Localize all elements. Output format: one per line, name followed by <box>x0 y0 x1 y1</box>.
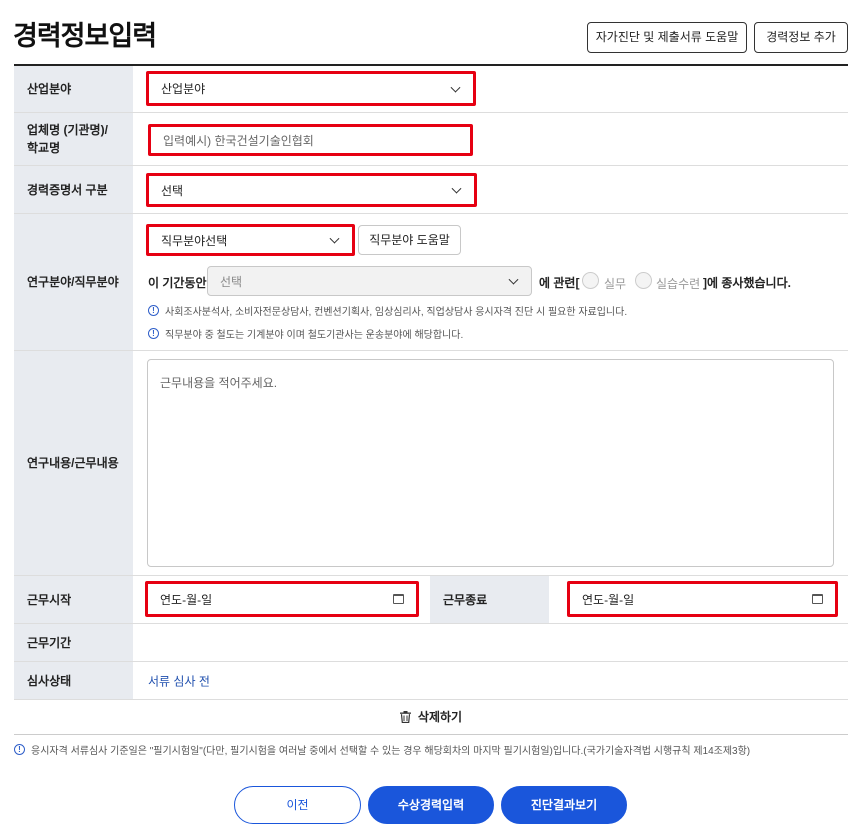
chevron-down-icon <box>508 274 519 285</box>
job-field-select[interactable]: 직무분야선택 <box>146 224 355 256</box>
chevron-down-icon <box>329 233 340 244</box>
cert-type-label: 경력증명서 구분 <box>14 166 133 213</box>
field-note-2-text: 직무분야 중 철도는 기계분야 이며 철도기관사는 운송분야에 해당합니다. <box>165 330 464 341</box>
row-field: 연구분야/직무분야 직무분야선택 직무분야 도움말 이 기간동안 선택 에 관련… <box>14 214 848 351</box>
status-value: 서류 심사 전 <box>148 674 210 688</box>
job-field-select-value: 직무분야선택 <box>161 233 228 248</box>
content-placeholder: 근무내용을 적어주세요. <box>160 376 278 390</box>
row-period: 근무기간 <box>14 624 848 662</box>
add-career-button[interactable]: 경력정보 추가 <box>754 22 848 53</box>
guide-button[interactable]: 자가진단 및 제출서류 도움말 <box>587 22 747 53</box>
page-title: 경력정보입력 <box>13 21 157 51</box>
calendar-icon <box>393 594 404 604</box>
row-status: 심사상태 서류 심사 전 <box>14 662 848 700</box>
content-label: 연구내용/근무내용 <box>14 351 133 575</box>
period-prefix-text: 이 기간동안 <box>148 276 207 290</box>
info-icon: ! <box>14 744 25 755</box>
end-label: 근무종료 <box>430 576 549 623</box>
company-label-line1: 업체명 (기관명)/ <box>27 123 108 137</box>
radio-practice[interactable] <box>582 272 599 289</box>
company-label: 업체명 (기관명)/ 학교명 <box>14 113 133 165</box>
field-label: 연구분야/직무분야 <box>14 214 133 350</box>
start-label: 근무시작 <box>14 576 133 623</box>
career-form: 산업분야 산업분야 업체명 (기관명)/학교명 입력예시) 한국건설기술인협회 … <box>14 64 848 700</box>
cert-type-select[interactable]: 선택 <box>146 173 477 207</box>
related-text: 에 관련[ <box>539 276 580 290</box>
chevron-down-icon <box>451 183 462 194</box>
period-label: 근무기간 <box>14 624 133 661</box>
cert-type-select-value: 선택 <box>161 183 184 198</box>
row-industry: 산업분야 산업분야 <box>14 66 848 113</box>
field-note-2: ! 직무분야 중 철도는 기계분야 이며 철도기관사는 운송분야에 해당합니다. <box>148 326 463 341</box>
calendar-icon <box>812 594 823 604</box>
industry-select[interactable]: 산업분야 <box>146 71 476 106</box>
radio-training-label: 실습수련 <box>656 277 701 291</box>
industry-label: 산업분야 <box>14 66 133 112</box>
start-date-input[interactable]: 연도-월-일 <box>145 581 419 617</box>
field-note-1-text: 사회조사분석사, 소비자전문상담사, 컨벤션기획사, 임상심리사, 직업상담사 … <box>165 307 628 318</box>
row-dates: 근무시작 연도-월-일 근무종료 연도-월-일 <box>14 576 848 624</box>
field-note-1: ! 사회조사분석사, 소비자전문상담사, 컨벤션기획사, 임상심리사, 직업상담… <box>148 303 627 318</box>
result-button[interactable]: 진단결과보기 <box>501 786 627 824</box>
info-icon: ! <box>148 305 159 316</box>
engaged-text: ]에 종사했습니다. <box>703 276 791 290</box>
delete-button[interactable]: 삭제하기 <box>14 699 848 735</box>
row-company: 업체명 (기관명)/ 학교명 입력예시) 한국건설기술인협회 <box>14 113 848 166</box>
company-input-placeholder: 입력예시) 한국건설기술인협회 <box>163 133 314 148</box>
bottom-note-text: 응시자격 서류심사 기준일은 "필기시험일"(다만, 필기시험을 여러날 중에서… <box>31 746 751 757</box>
company-label-line2: 학교명 <box>27 141 61 155</box>
industry-select-value: 산업분야 <box>161 82 206 96</box>
company-input[interactable]: 입력예시) 한국건설기술인협회 <box>148 124 473 156</box>
radio-practice-label: 실무 <box>604 277 627 291</box>
end-date-value: 연도-월-일 <box>582 592 635 607</box>
status-label: 심사상태 <box>14 662 133 699</box>
chevron-down-icon <box>450 82 461 93</box>
bottom-note: ! 응시자격 서류심사 기준일은 "필기시험일"(다만, 필기시험을 여러날 중… <box>14 742 750 757</box>
award-button[interactable]: 수상경력입력 <box>368 786 494 824</box>
period-select[interactable]: 선택 <box>207 266 532 296</box>
info-icon: ! <box>148 328 159 339</box>
end-date-input[interactable]: 연도-월-일 <box>567 581 838 617</box>
job-field-help-button[interactable]: 직무분야 도움말 <box>358 225 461 255</box>
prev-button[interactable]: 이전 <box>234 786 361 824</box>
trash-icon <box>399 710 411 723</box>
content-textarea[interactable]: 근무내용을 적어주세요. <box>147 359 834 567</box>
start-date-value: 연도-월-일 <box>160 592 213 607</box>
row-cert-type: 경력증명서 구분 선택 <box>14 166 848 214</box>
radio-training[interactable] <box>635 272 652 289</box>
row-content: 연구내용/근무내용 근무내용을 적어주세요. <box>14 351 848 576</box>
period-select-value: 선택 <box>220 274 243 289</box>
delete-label: 삭제하기 <box>417 710 463 724</box>
